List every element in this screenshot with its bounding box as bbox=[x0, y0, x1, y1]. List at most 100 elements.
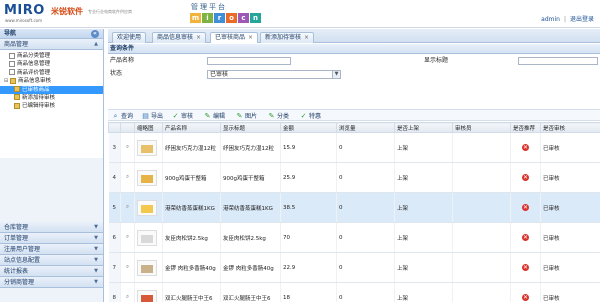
column-header[interactable]: 是否审核 bbox=[540, 122, 600, 133]
logout-link[interactable]: 退出登录 bbox=[570, 16, 594, 23]
thumbnail-image bbox=[141, 174, 153, 183]
tab[interactable]: 欢迎使用 bbox=[112, 32, 147, 43]
tree-item[interactable]: 已审核商品 bbox=[0, 85, 103, 94]
close-icon[interactable]: × bbox=[304, 34, 309, 41]
user-link[interactable]: admin bbox=[541, 16, 560, 23]
platform-block: n bbox=[250, 13, 261, 23]
product-name-input[interactable] bbox=[207, 57, 291, 65]
sidebar-group-label: 商品管理 bbox=[4, 41, 29, 48]
table-header-row: 缩略图 产品名称 显示标题 金额 浏览量 是否上架 审核员 是否推荐 是否审核 bbox=[108, 122, 600, 133]
product-thumbnail[interactable] bbox=[137, 229, 157, 246]
column-header[interactable]: 金额 bbox=[280, 122, 337, 133]
table-row[interactable]: 4 ⌕ 900g鸡蛋干整箱 900g鸡蛋干整箱 25.9 0 上架 ✕ 已审核 bbox=[108, 162, 600, 193]
display-title-cell: 900g鸡蛋干整箱 bbox=[220, 162, 281, 193]
column-header[interactable]: 浏览量 bbox=[336, 122, 395, 133]
chevron-up-icon: ▲ bbox=[94, 41, 98, 47]
thumbnail-cell bbox=[134, 162, 163, 193]
product-name-cell: 纾困友巧克力湿12粒 bbox=[162, 132, 221, 163]
tree-item-label: 商品信息审核 bbox=[18, 78, 52, 85]
category-button[interactable]: ✎ 分类 bbox=[268, 111, 289, 121]
tree-item[interactable]: 已编辑待审核 bbox=[0, 102, 103, 110]
table-row[interactable]: 8 ⌕ 双汇火腿肠王中王6 双汇火腿肠王中王6 18 0 上架 ✕ 已审核 bbox=[108, 282, 600, 302]
tab[interactable]: 已审核商品 × bbox=[210, 32, 259, 43]
product-thumbnail[interactable] bbox=[137, 199, 157, 216]
display-title-cell: 金锣 肉粒多香肠40g bbox=[220, 252, 281, 283]
price-cell: 38.5 bbox=[280, 192, 337, 223]
magnify-icon[interactable]: ⌕ bbox=[120, 132, 135, 163]
edit-button[interactable]: ✎ 编辑 bbox=[204, 111, 225, 121]
recommend-cell: ✕ bbox=[510, 252, 541, 283]
tree-item[interactable]: ⊟ 商品信息审核 bbox=[0, 77, 103, 85]
sidebar-group[interactable]: 站点信息配置 ▼ bbox=[0, 255, 103, 266]
magnify-icon[interactable]: ⌕ bbox=[120, 222, 135, 253]
sidebar-group-products[interactable]: 商品管理 ▲ bbox=[0, 39, 103, 50]
audit-button[interactable]: ✓ 审核 bbox=[172, 111, 193, 121]
auditor-cell bbox=[452, 252, 511, 283]
thumbnail-image bbox=[141, 294, 153, 302]
reject-icon[interactable]: ✕ bbox=[522, 144, 529, 151]
magnify-icon[interactable]: ⌕ bbox=[120, 252, 135, 283]
tree-item[interactable]: 商品信息管理 bbox=[0, 60, 103, 68]
column-header[interactable]: 缩略图 bbox=[134, 122, 163, 133]
sidebar-group[interactable]: 注册用户管理 ▼ bbox=[0, 244, 103, 255]
recommend-cell: ✕ bbox=[510, 132, 541, 163]
chevron-down-icon: ▼ bbox=[94, 268, 98, 274]
search-icon: ⌕ bbox=[113, 112, 118, 120]
product-thumbnail[interactable] bbox=[137, 139, 157, 156]
tree-item[interactable]: 商品评价管理 bbox=[0, 69, 103, 77]
search-panel: 查询条件 产品名称 显示标题 状态 已审核 ▼ bbox=[108, 44, 600, 116]
shelf-status-cell: 上架 bbox=[394, 222, 453, 253]
display-title-input[interactable] bbox=[518, 57, 598, 65]
close-icon[interactable]: × bbox=[196, 34, 201, 41]
export-button[interactable]: ▤ 导出 bbox=[142, 111, 163, 121]
product-thumbnail[interactable] bbox=[137, 259, 157, 276]
recommend-cell: ✕ bbox=[510, 222, 541, 253]
special-icon: ✓ bbox=[300, 112, 307, 120]
table-row[interactable]: 3 ⌕ 纾困友巧克力湿12粒 纾困友巧克力湿12粒 15.9 0 上架 ✕ 已审核 bbox=[108, 132, 600, 163]
column-header[interactable]: 审核员 bbox=[452, 122, 511, 133]
table-row[interactable]: 7 ⌕ 金锣 肉粒多香肠40g 金锣 肉粒多香肠40g 22.9 0 上架 ✕ 已审核 bbox=[108, 252, 600, 283]
thumbnail-cell bbox=[134, 222, 163, 253]
sidebar-group[interactable]: 统计报表 ▼ bbox=[0, 266, 103, 277]
column-header[interactable]: 显示标题 bbox=[220, 122, 281, 133]
column-header[interactable]: 是否上架 bbox=[394, 122, 453, 133]
tree-item[interactable]: 新添加待审核 bbox=[0, 94, 103, 102]
sidebar-group[interactable]: 仓库管理 ▼ bbox=[0, 222, 103, 233]
column-header[interactable] bbox=[120, 122, 135, 133]
tree-item[interactable]: 商品分类管理 bbox=[0, 52, 103, 60]
tab[interactable]: 新添加待审核 × bbox=[260, 32, 315, 43]
column-header[interactable] bbox=[108, 122, 121, 133]
column-header[interactable]: 产品名称 bbox=[162, 122, 221, 133]
reject-icon[interactable]: ✕ bbox=[522, 294, 529, 301]
views-cell: 0 bbox=[336, 282, 395, 302]
folder-icon bbox=[14, 86, 20, 93]
magnify-icon[interactable]: ⌕ bbox=[120, 162, 135, 193]
sidebar-header: 导航 « bbox=[0, 29, 103, 39]
collapse-icon[interactable]: « bbox=[91, 30, 99, 38]
magnify-icon[interactable]: ⌕ bbox=[120, 192, 135, 223]
price-cell: 15.9 bbox=[280, 132, 337, 163]
query-button[interactable]: ⌕ 查询 bbox=[112, 111, 133, 121]
special-price-button[interactable]: ✓ 特惠 bbox=[300, 111, 321, 121]
row-number: 7 bbox=[108, 252, 121, 283]
image-button[interactable]: ✎ 图片 bbox=[236, 111, 257, 121]
table-row[interactable]: 5 ⌕ 港荣纺香蒸蛋糕1KG 港荣纺香蒸蛋糕1KG 38.5 0 上架 ✕ 已审核 bbox=[108, 192, 600, 223]
reject-icon[interactable]: ✕ bbox=[522, 204, 529, 211]
reject-icon[interactable]: ✕ bbox=[522, 234, 529, 241]
product-thumbnail[interactable] bbox=[137, 169, 157, 186]
magnify-icon[interactable]: ⌕ bbox=[120, 282, 135, 302]
status-select[interactable]: 已审核 ▼ bbox=[207, 70, 341, 79]
close-icon[interactable]: × bbox=[248, 34, 253, 41]
tree-item-label: 新添加待审核 bbox=[22, 94, 56, 101]
table-row[interactable]: 6 ⌕ 友臣肉松饼2.5kg 友臣肉松饼2.5kg 70 0 上架 ✕ 已审核 bbox=[108, 222, 600, 253]
product-thumbnail[interactable] bbox=[137, 289, 157, 302]
platform-block: i bbox=[202, 13, 213, 23]
sidebar-group[interactable]: 分销商管理 ▼ bbox=[0, 277, 103, 288]
sidebar-group[interactable]: 订单管理 ▼ bbox=[0, 233, 103, 244]
column-header[interactable]: 是否推荐 bbox=[510, 122, 541, 133]
reject-icon[interactable]: ✕ bbox=[522, 174, 529, 181]
tab[interactable]: 商品信息审核 × bbox=[152, 32, 207, 43]
tab-label: 商品信息审核 bbox=[157, 34, 194, 41]
reject-icon[interactable]: ✕ bbox=[522, 264, 529, 271]
product-name-cell: 友臣肉松饼2.5kg bbox=[162, 222, 221, 253]
